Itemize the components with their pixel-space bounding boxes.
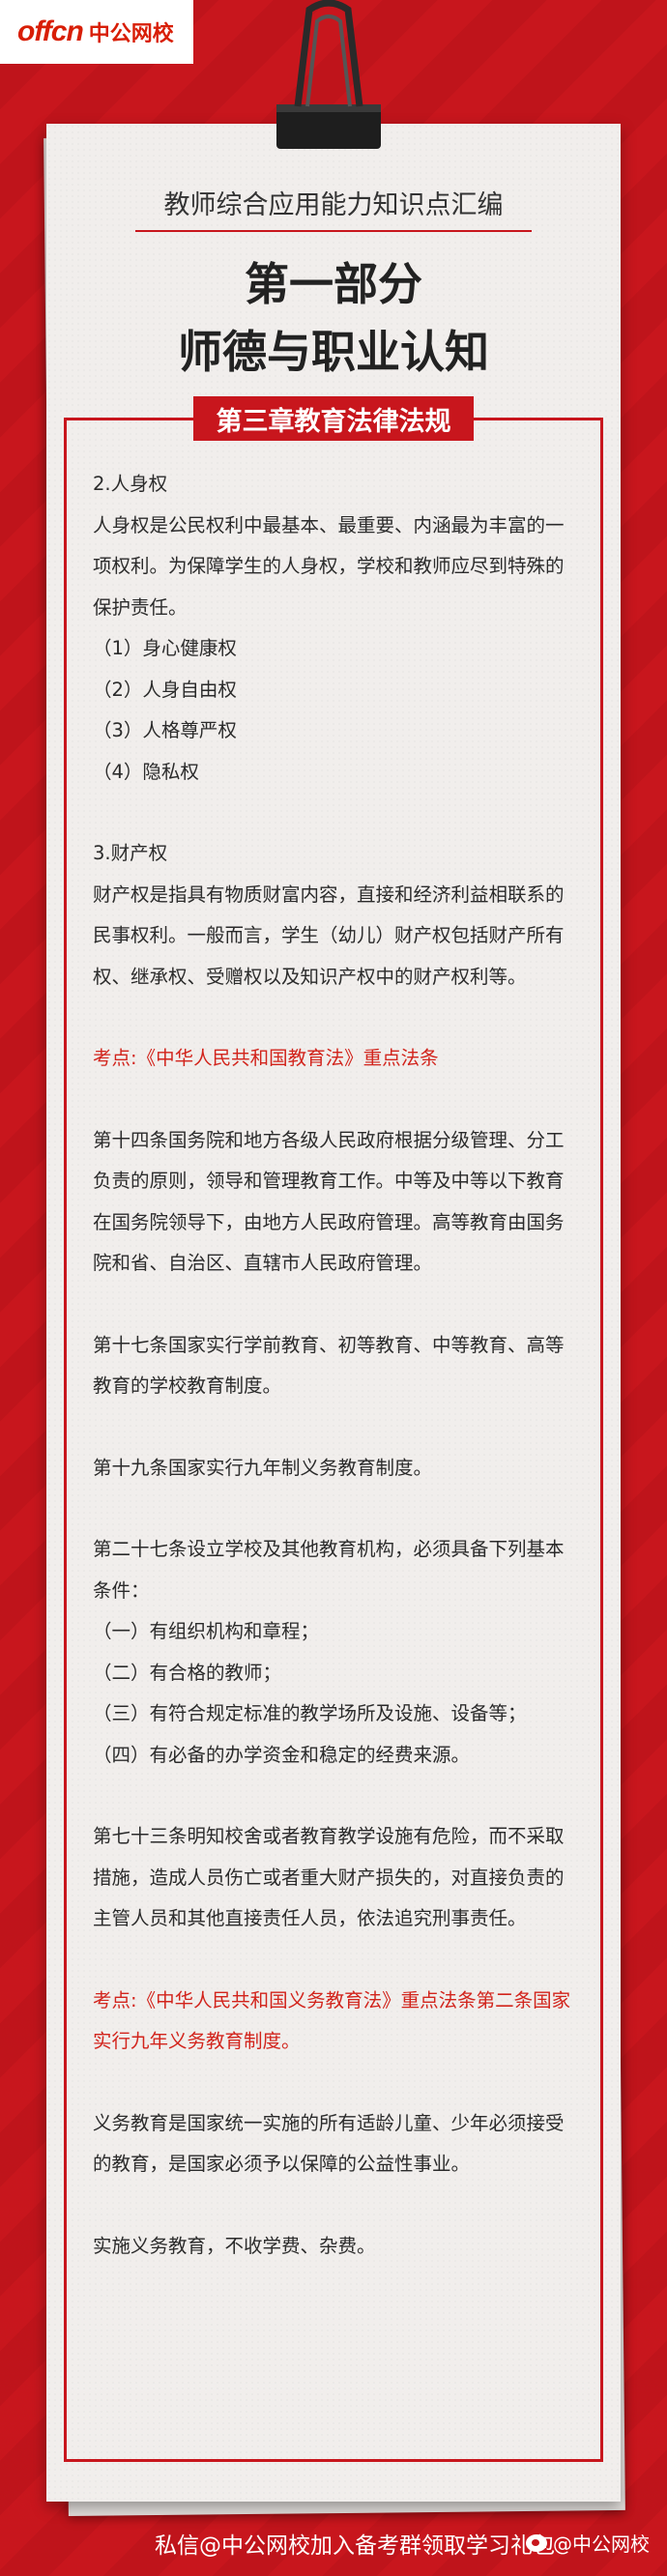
exam-point-heading: 考点:《中华人民共和国义务教育法》重点法条第二条国家实行九年义务教育制度。 [93, 1988, 571, 2053]
paragraph: 义务教育是国家统一实施的所有适龄儿童、少年必须接受的教育，是国家必须予以保障的公… [93, 2111, 565, 2176]
list-item: （二）有合格的教师； [93, 1661, 282, 1684]
content-body: 2.人身权 人身权是公民权利中最基本、最重要、内涵最为丰富的一项权利。为保障学生… [93, 464, 576, 2267]
paragraph: 人身权是公民权利中最基本、最重要、内涵最为丰富的一项权利。为保障学生的人身权，学… [93, 513, 565, 619]
list-item: （四）有必备的办学资金和稳定的经费来源。 [93, 1743, 471, 1766]
logo-name: 中公网校 [88, 22, 174, 46]
list-item: （3）人格尊严权 [93, 719, 237, 741]
paragraph: 第十七条国家实行学前教育、初等教育、中等教育、高等教育的学校教育制度。 [93, 1333, 565, 1398]
binder-clip-icon [276, 0, 381, 149]
chapter-badge: 第三章教育法律法规 [193, 396, 474, 441]
paragraph: 第十九条国家实行九年制义务教育制度。 [93, 1456, 433, 1479]
part-name: 师德与职业认知 [178, 326, 489, 378]
paragraph: 财产权是指具有物质财富内容，直接和经济利益相联系的民事权利。一般而言，学生（幼儿… [93, 883, 565, 988]
heading-property-rights: 3.财产权 [93, 842, 168, 864]
weibo-icon [526, 2533, 547, 2552]
heading-personal-rights: 2.人身权 [93, 473, 168, 495]
paragraph: 实施义务教育，不收学费、杂费。 [93, 2234, 376, 2257]
paragraph: 第七十三条明知校舍或者教育教学设施有危险，而不采取措施，造成人员伤亡或者重大财产… [93, 1825, 565, 1929]
list-item: （2）人身自由权 [93, 678, 237, 701]
footer: 私信@中公网校加入备考群领取学习礼包 @中公网校 [0, 2511, 667, 2576]
part-title: 第一部分 [245, 258, 422, 310]
list-item: （一）有组织机构和章程； [93, 1620, 320, 1642]
footer-promo[interactable]: 私信@中公网校加入备考群领取学习礼包 [155, 2527, 555, 2560]
exam-point-heading: 考点:《中华人民共和国教育法》重点法条 [93, 1047, 439, 1069]
brand-logo[interactable]: offcn 中公网校 [0, 0, 193, 64]
paragraph: 第二十七条设立学校及其他教育机构，必须具备下列基本条件： [93, 1538, 565, 1602]
paragraph: 第十四条国务院和地方各级人民政府根据分级管理、分工负责的原则，领导和管理教育工作… [93, 1128, 565, 1275]
subtitle-divider [135, 230, 532, 232]
doc-subtitle: 教师综合应用能力知识点汇编 [163, 190, 504, 220]
weibo-handle: @中公网校 [553, 2533, 650, 2556]
logo-mark: offcn [17, 15, 84, 47]
weibo-watermark: @中公网校 [526, 2529, 650, 2557]
list-item: （4）隐私权 [93, 760, 199, 783]
list-item: （三）有符合规定标准的教学场所及设施、设备等； [93, 1702, 527, 1724]
list-item: （1）身心健康权 [93, 637, 237, 659]
